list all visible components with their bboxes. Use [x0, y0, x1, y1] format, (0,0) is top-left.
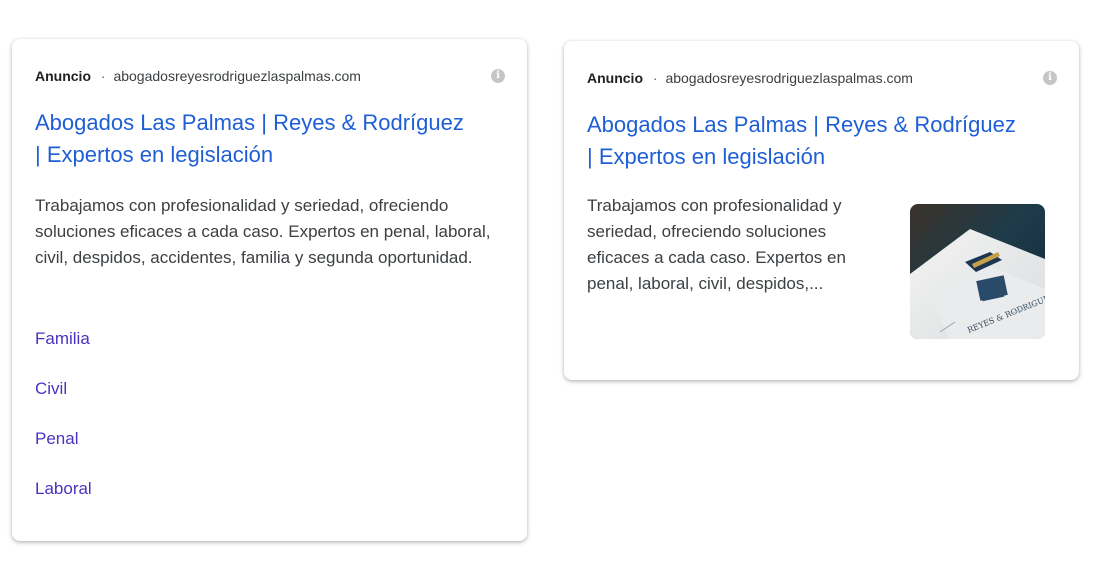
sitelink-civil[interactable]: Civil — [35, 377, 335, 427]
ad-card-with-image: Anuncio · abogadosreyesrodriguezlaspalma… — [564, 41, 1079, 380]
ad-header: Anuncio · abogadosreyesrodriguezlaspalma… — [587, 69, 1057, 87]
ad-separator: · — [100, 68, 106, 84]
ad-label: Anuncio — [35, 68, 91, 84]
ad-description: Trabajamos con profesionalidad y serieda… — [35, 196, 491, 267]
ad-label: Anuncio — [587, 70, 643, 86]
sitelink-familia[interactable]: Familia — [35, 327, 335, 377]
ad-separator: · — [652, 70, 658, 86]
sitelink-penal[interactable]: Penal — [35, 427, 335, 477]
info-icon[interactable] — [1043, 71, 1057, 85]
info-icon[interactable] — [491, 69, 505, 83]
ad-title-link[interactable]: Abogados Las Palmas | Reyes & Rodríguez … — [587, 109, 1027, 173]
ad-title-link[interactable]: Abogados Las Palmas | Reyes & Rodríguez … — [35, 107, 475, 171]
ad-description: Trabajamos con profesionalidad y serieda… — [587, 196, 846, 293]
ad-display-url[interactable]: abogadosreyesrodriguezlaspalmas.com — [113, 68, 360, 84]
ad-card: Anuncio · abogadosreyesrodriguezlaspalma… — [12, 39, 527, 541]
ad-header: Anuncio · abogadosreyesrodriguezlaspalma… — [35, 67, 505, 85]
ad-thumbnail-image[interactable]: REYES & RODRIGUEZ — [910, 204, 1045, 339]
sitelinks: Familia Civil Penal Laboral — [35, 327, 335, 527]
sitelink-laboral[interactable]: Laboral — [35, 477, 335, 527]
ad-display-url[interactable]: abogadosreyesrodriguezlaspalmas.com — [665, 70, 912, 86]
